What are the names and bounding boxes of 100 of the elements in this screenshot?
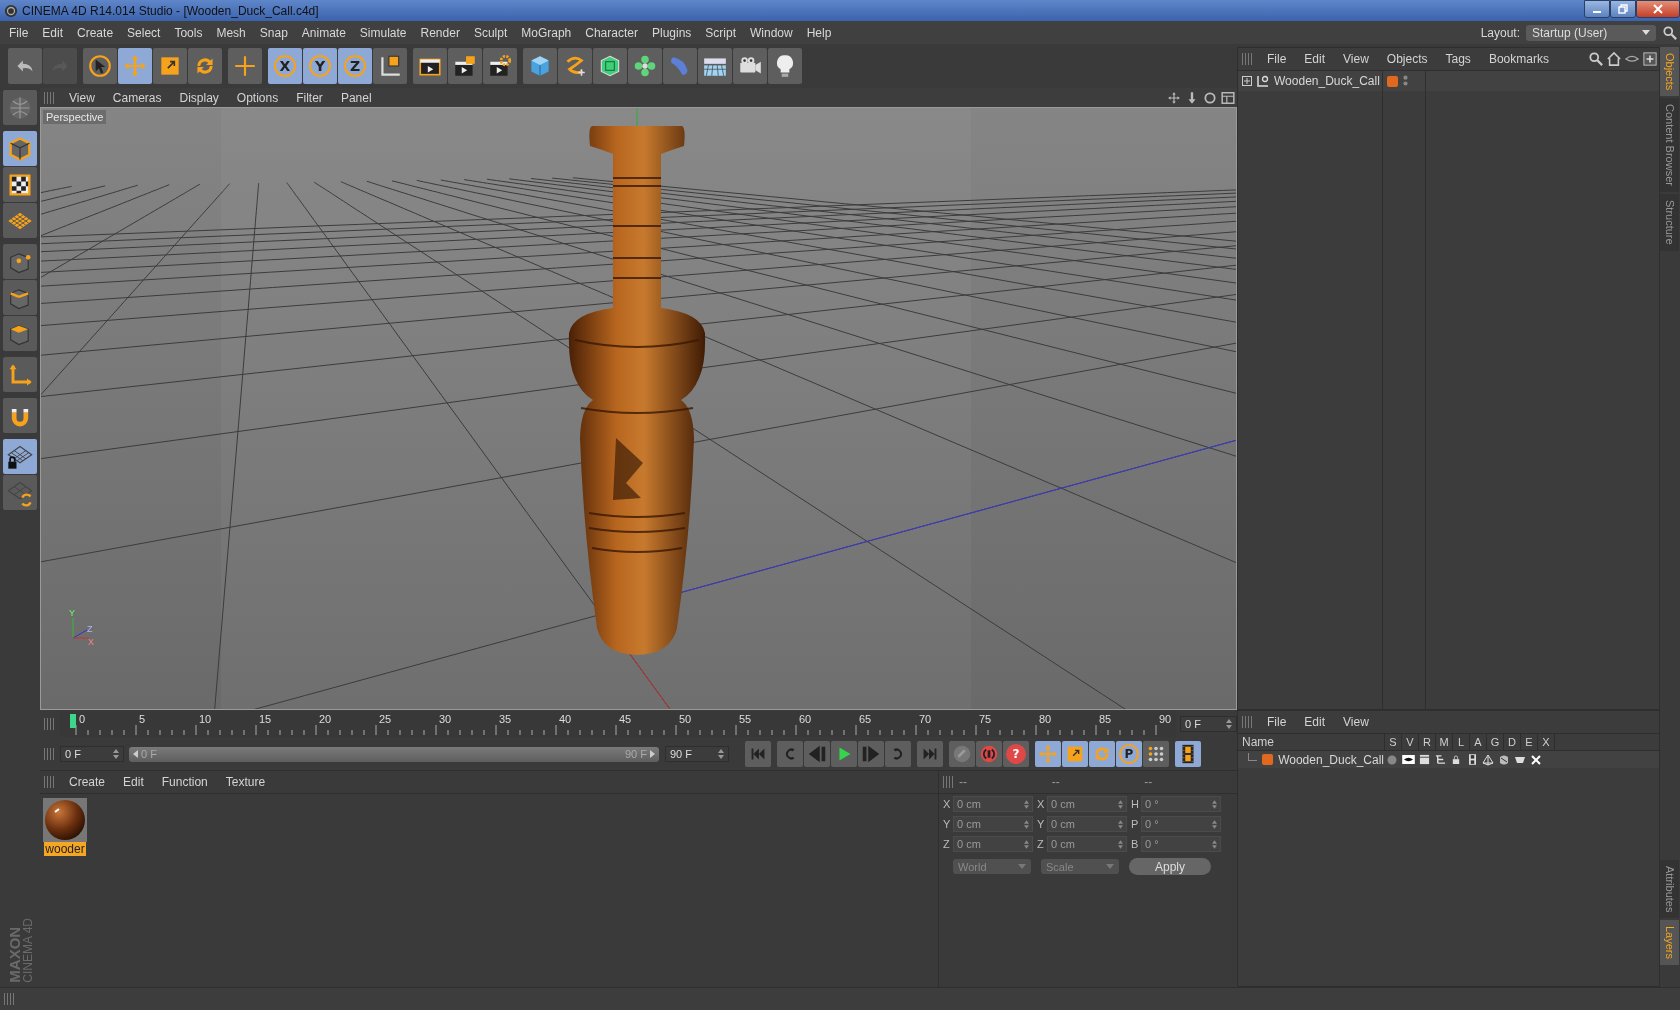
position-field[interactable]: 0 cm bbox=[953, 796, 1033, 812]
menu-item[interactable]: Animate bbox=[294, 25, 353, 40]
menu-item[interactable]: View bbox=[1334, 52, 1378, 66]
toolbar-button[interactable] bbox=[83, 48, 117, 84]
column-header[interactable]: L bbox=[1453, 734, 1470, 750]
rotation-field[interactable]: 0 ° bbox=[1141, 836, 1221, 852]
mode-button[interactable] bbox=[3, 439, 37, 474]
menu-item[interactable]: View bbox=[1334, 715, 1378, 729]
menu-item[interactable]: Display bbox=[170, 90, 228, 105]
menu-item[interactable]: File bbox=[1258, 715, 1296, 729]
panel-grip[interactable] bbox=[44, 91, 54, 104]
playback-button[interactable] bbox=[831, 741, 857, 767]
size-field[interactable]: 0 cm bbox=[1047, 816, 1127, 832]
position-field[interactable]: 0 cm bbox=[953, 816, 1033, 832]
menu-item[interactable]: MoGraph bbox=[514, 25, 579, 40]
menu-item[interactable]: Tools bbox=[167, 25, 210, 40]
right-arrow-icon[interactable] bbox=[650, 750, 655, 758]
menu-item[interactable]: Edit bbox=[1295, 52, 1335, 66]
menu-item[interactable]: Script bbox=[698, 25, 743, 40]
toolbar-button[interactable] bbox=[413, 48, 447, 84]
column-header[interactable]: X bbox=[1538, 734, 1555, 750]
axis-lock-button[interactable]: Z bbox=[338, 48, 372, 84]
menu-item[interactable]: Cameras bbox=[103, 90, 171, 105]
menu-item[interactable]: Character bbox=[578, 25, 645, 40]
new-window-icon[interactable] bbox=[1643, 52, 1657, 66]
menu-item[interactable]: File bbox=[1258, 52, 1296, 66]
end-frame-field[interactable]: 90 F bbox=[665, 746, 729, 762]
minimize-button[interactable] bbox=[1584, 0, 1610, 18]
size-field[interactable]: 0 cm bbox=[1047, 796, 1127, 812]
restore-button[interactable] bbox=[1610, 0, 1636, 18]
menu-item[interactable]: Sculpt bbox=[466, 25, 515, 40]
menu-item[interactable]: Create bbox=[70, 25, 121, 40]
rotation-field[interactable]: 0 ° bbox=[1141, 816, 1221, 832]
side-tab[interactable]: Content Browser bbox=[1660, 98, 1679, 193]
layer-color-swatch[interactable] bbox=[1262, 754, 1274, 765]
playback-button[interactable]: P bbox=[1116, 741, 1142, 767]
clapperboard-icon[interactable] bbox=[1418, 754, 1430, 765]
object-name[interactable]: Wooden_Duck_Call bbox=[1274, 74, 1380, 88]
column-header[interactable]: S bbox=[1385, 734, 1402, 750]
start-frame-field[interactable]: 0 F bbox=[60, 746, 124, 762]
search-icon[interactable] bbox=[1663, 25, 1677, 40]
side-tab[interactable]: Objects bbox=[1660, 47, 1679, 97]
side-tab[interactable]: Attributes bbox=[1660, 859, 1679, 918]
layout-dropdown[interactable]: Startup (User) bbox=[1526, 24, 1656, 41]
menu-item[interactable]: Mesh bbox=[209, 25, 253, 40]
toolbar-button[interactable] bbox=[373, 48, 407, 84]
menu-item[interactable]: View bbox=[60, 90, 104, 105]
side-tab[interactable]: Layers bbox=[1660, 919, 1679, 965]
generator-icon[interactable] bbox=[1482, 753, 1494, 766]
menu-item[interactable]: Edit bbox=[114, 775, 153, 789]
current-frame-field[interactable]: 0 F bbox=[1180, 716, 1237, 732]
menu-item[interactable]: Texture bbox=[216, 775, 275, 789]
playback-button[interactable] bbox=[1143, 741, 1169, 767]
expand-icon[interactable] bbox=[1242, 76, 1252, 86]
column-header[interactable]: R bbox=[1419, 734, 1436, 750]
menu-item[interactable]: Simulate bbox=[352, 25, 414, 40]
menu-item[interactable]: Filter bbox=[287, 90, 332, 105]
menu-item[interactable]: Create bbox=[60, 775, 115, 789]
move-icon[interactable] bbox=[1167, 90, 1181, 105]
column-header[interactable]: Name bbox=[1238, 734, 1385, 750]
playback-button[interactable] bbox=[976, 741, 1002, 767]
lock-icon[interactable] bbox=[1452, 754, 1460, 765]
deformer-icon[interactable] bbox=[1498, 753, 1510, 766]
apply-button[interactable]: Apply bbox=[1129, 858, 1211, 875]
menu-item[interactable]: Edit bbox=[35, 25, 71, 40]
menu-item[interactable]: Panel bbox=[331, 90, 381, 105]
menu-item[interactable]: Snap bbox=[252, 25, 295, 40]
size-field[interactable]: 0 cm bbox=[1047, 836, 1127, 852]
rotation-field[interactable]: 0 ° bbox=[1141, 796, 1221, 812]
menu-item[interactable]: Tags bbox=[1436, 52, 1480, 66]
layer-color-swatch[interactable] bbox=[1387, 75, 1398, 87]
playback-button[interactable]: ? bbox=[1003, 741, 1029, 767]
position-field[interactable]: 0 cm bbox=[953, 836, 1033, 852]
menu-item[interactable]: Help bbox=[799, 25, 839, 40]
column-header[interactable]: D bbox=[1504, 734, 1521, 750]
side-tab[interactable]: Structure bbox=[1660, 194, 1679, 251]
search-icon[interactable] bbox=[1589, 52, 1603, 66]
expression-icon[interactable] bbox=[1514, 755, 1526, 764]
visibility-dots-icon[interactable] bbox=[1403, 75, 1408, 87]
left-arrow-icon[interactable] bbox=[133, 750, 138, 758]
hierarchy-icon[interactable] bbox=[1434, 754, 1446, 765]
menu-item[interactable]: Bookmarks bbox=[1479, 52, 1558, 66]
toolbar-button[interactable] bbox=[448, 48, 482, 84]
axis-lock-button[interactable]: X bbox=[268, 48, 302, 84]
column-header[interactable]: M bbox=[1436, 734, 1453, 750]
toolbar-button[interactable] bbox=[483, 48, 517, 84]
menu-item[interactable]: Plugins bbox=[644, 25, 699, 40]
rotate-icon[interactable] bbox=[1203, 90, 1217, 105]
menu-item[interactable]: Edit bbox=[1295, 715, 1335, 729]
mode-button[interactable] bbox=[3, 280, 37, 315]
film-strip-icon[interactable] bbox=[1468, 754, 1476, 765]
menu-item[interactable]: Render bbox=[413, 25, 467, 40]
solo-dot-icon[interactable] bbox=[1387, 754, 1397, 765]
menu-item[interactable]: Options bbox=[227, 90, 288, 105]
column-header[interactable]: E bbox=[1521, 734, 1538, 750]
menu-item[interactable]: File bbox=[2, 25, 36, 40]
menu-item[interactable]: Function bbox=[152, 775, 217, 789]
home-icon[interactable] bbox=[1607, 52, 1621, 66]
column-header[interactable]: G bbox=[1487, 734, 1504, 750]
axis-lock-button[interactable]: Y bbox=[303, 48, 337, 84]
